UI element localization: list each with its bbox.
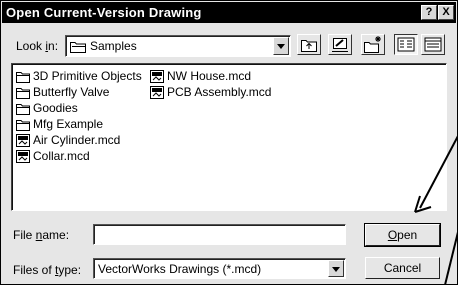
item-name: Collar.mcd xyxy=(33,149,90,163)
file-name-label: File name: xyxy=(13,228,70,242)
file-list[interactable]: 3D Primitive Objects Butterfly Valve Goodi… xyxy=(11,63,447,211)
look-in-value: Samples xyxy=(90,39,137,53)
title-bar[interactable]: Open Current-Version Drawing ? X xyxy=(2,2,456,23)
item-name: Air Cylinder.mcd xyxy=(33,133,121,147)
file-name-input[interactable] xyxy=(93,224,346,245)
up-one-level-button[interactable] xyxy=(297,34,321,55)
new-folder-button[interactable] xyxy=(361,34,385,55)
file-type-dropdown-arrow[interactable] xyxy=(328,260,344,277)
item-name: NW House.mcd xyxy=(167,69,252,83)
item-name: Butterfly Valve xyxy=(33,85,110,99)
folder-icon xyxy=(70,42,86,53)
desktop-button[interactable] xyxy=(328,34,352,55)
file-type-label: Files of type: xyxy=(13,263,82,277)
details-view-icon xyxy=(424,37,442,52)
drawing-file-icon xyxy=(150,70,164,83)
open-drawing-dialog: Open Current-Version Drawing ? X Look in… xyxy=(0,0,458,285)
folder-icon xyxy=(16,72,30,83)
list-view-button[interactable] xyxy=(394,34,418,55)
folder-icon xyxy=(16,104,30,115)
new-folder-icon xyxy=(364,36,381,53)
look-in-dropdown-arrow[interactable] xyxy=(273,37,289,55)
look-in-label: Look in: xyxy=(16,39,59,53)
item-name: 3D Primitive Objects xyxy=(33,69,142,83)
cancel-button[interactable]: Cancel xyxy=(365,257,440,279)
drawing-file-icon xyxy=(150,86,164,99)
drawing-file-icon xyxy=(16,150,30,163)
drawing-file-icon xyxy=(16,134,30,147)
help-button[interactable]: ? xyxy=(421,5,437,20)
dialog-title: Open Current-Version Drawing xyxy=(6,5,202,20)
item-name: PCB Assembly.mcd xyxy=(167,85,272,99)
close-button[interactable]: X xyxy=(438,5,454,20)
item-name: Goodies xyxy=(33,101,78,115)
up-one-level-icon xyxy=(301,40,317,52)
open-button[interactable]: Open xyxy=(364,223,441,247)
list-view-icon xyxy=(397,37,415,52)
file-type-value: VectorWorks Drawings (*.mcd) xyxy=(98,262,262,276)
folder-icon xyxy=(16,88,30,99)
desktop-icon xyxy=(332,38,348,52)
details-view-button[interactable] xyxy=(421,34,445,55)
folder-icon xyxy=(16,120,30,131)
file-type-dropdown[interactable]: VectorWorks Drawings (*.mcd) xyxy=(93,258,346,279)
look-in-dropdown[interactable]: Samples xyxy=(65,35,291,57)
item-name: Mfg Example xyxy=(33,117,104,131)
